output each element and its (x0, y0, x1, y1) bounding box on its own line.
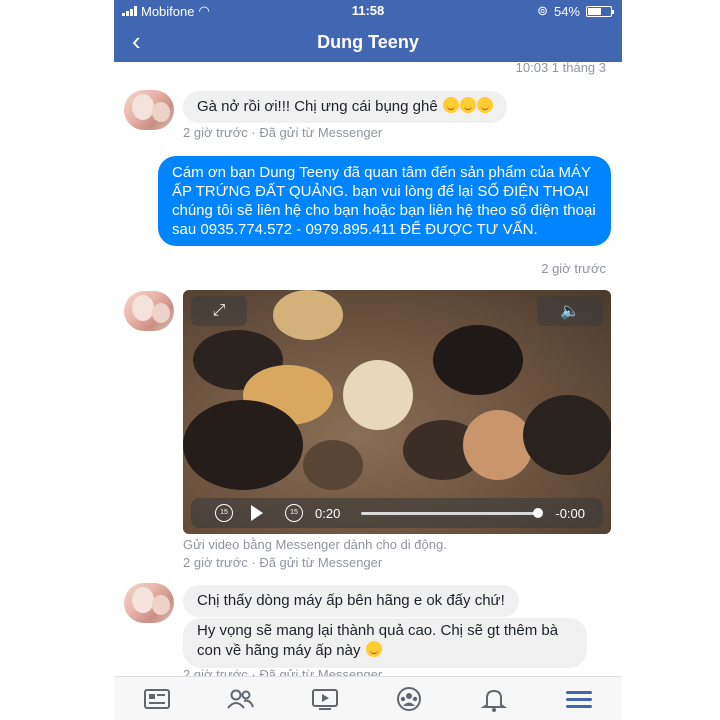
video-player[interactable]: ⤢ 🔈 15 15 0:20 -0:00 (183, 290, 611, 534)
notifications-icon[interactable] (479, 685, 509, 713)
battery-percent: 54% (553, 3, 580, 19)
current-time: 0:20 (315, 506, 341, 521)
expand-icon[interactable]: ⤢ (191, 296, 247, 326)
video-controls: 15 15 0:20 -0:00 (191, 498, 603, 528)
menu-icon[interactable] (564, 685, 594, 713)
progress-knob[interactable] (533, 508, 543, 518)
nav-bar: ‹ Dung Teeny (114, 22, 622, 62)
forward-15-icon[interactable]: 15 (285, 504, 303, 522)
message-text: Chị thấy dòng máy ấp bên hãng e ok đấy c… (197, 592, 505, 609)
progress-track[interactable] (361, 512, 537, 515)
timestamp: 10:03 1 tháng 3 (515, 60, 606, 75)
messenger-screen: Mobifone ◠ 11:58 ⊚ 54% ‹ Dung Teeny 10:0… (114, 0, 622, 720)
message-meta: 2 giờ trước · Đã gửi từ Messenger (183, 125, 383, 140)
remaining-time: -0:00 (555, 506, 585, 521)
status-right: ⊚ 54% (537, 3, 614, 19)
status-bar: Mobifone ◠ 11:58 ⊚ 54% (114, 0, 622, 22)
video-caption: Gửi video bằng Messenger dành cho di độn… (183, 537, 447, 552)
smile-emoji-icon (365, 641, 382, 657)
rewind-15-icon[interactable]: 15 (215, 504, 233, 522)
reply-text: Cám ơn bạn Dung Teeny đã quan tâm đến sả… (172, 164, 596, 238)
avatar[interactable] (124, 583, 174, 623)
message-bubble[interactable]: Hy vọng sẽ mang lại thành quả cao. Chị s… (183, 618, 587, 668)
smile-emoji-icon (476, 97, 493, 113)
page-title: Dung Teeny (317, 32, 419, 52)
smile-emoji-icon (442, 97, 459, 113)
avatar[interactable] (124, 90, 174, 130)
video-meta: 2 giờ trước · Đã gửi từ Messenger (183, 555, 383, 570)
tab-bar (114, 676, 622, 720)
avatar[interactable] (124, 291, 174, 331)
play-icon[interactable] (251, 505, 263, 521)
friends-icon[interactable] (225, 685, 255, 713)
battery-icon (586, 5, 614, 17)
groups-icon[interactable] (394, 685, 424, 713)
message-bubble[interactable]: Gà nở rồi ơi!!! Chị ưng cái bụng ghê (183, 91, 507, 123)
news-feed-icon[interactable] (142, 685, 172, 713)
reply-meta: 2 giờ trước (541, 261, 606, 276)
reply-bubble[interactable]: Cám ơn bạn Dung Teeny đã quan tâm đến sả… (158, 156, 611, 246)
message-bubble[interactable]: Chị thấy dòng máy ấp bên hãng e ok đấy c… (183, 585, 519, 617)
smile-emoji-icon (459, 97, 476, 113)
message-text: Gà nở rồi ơi!!! Chị ưng cái bụng ghê (197, 98, 438, 115)
watch-icon[interactable] (310, 685, 340, 713)
rotation-lock-icon: ⊚ (537, 3, 548, 18)
volume-icon[interactable]: 🔈 (537, 296, 603, 326)
